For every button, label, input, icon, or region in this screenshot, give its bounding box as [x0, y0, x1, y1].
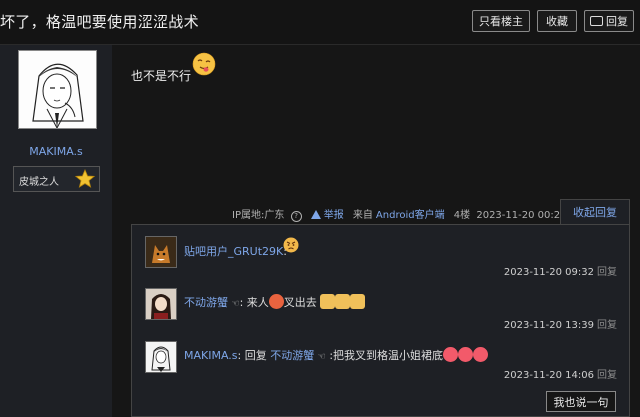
tongue-face-emoji-icon [192, 52, 216, 76]
comment-time-row: 2023-11-20 09:32 回复 [503, 267, 617, 278]
pointing-hand-icon: ☜ [231, 299, 240, 309]
laugh-emoji-icon [350, 294, 366, 309]
question-icon[interactable]: ? [290, 211, 302, 222]
badge-label: 皮城之人 [19, 177, 59, 188]
comment-avatar[interactable] [145, 288, 177, 320]
ip-location: IP属地:广东 ? [232, 210, 305, 222]
post-time: 2023-11-20 00:29 [476, 210, 567, 221]
comment-line: MAKIMA.s: 回复 不动游蟹 ☜ :把我叉到格温小姐裙底 [184, 347, 489, 363]
pointing-hand-icon: ☜ [317, 352, 326, 362]
comment-time-row: 2023-11-20 13:39 回复 [503, 320, 617, 331]
post-source: 来自 Android客户端 [352, 210, 445, 221]
author-panel: MAKIMA.s 皮城之人 [0, 45, 112, 417]
comment-user[interactable]: 不动游蟹 [184, 296, 228, 309]
only-author-button[interactable]: 只看楼主 [472, 10, 530, 32]
comment-user[interactable]: 贴吧用户_GRUt29K [184, 245, 283, 258]
source-app-link[interactable]: Android客户端 [376, 210, 445, 221]
heart-eyes-emoji-icon [443, 347, 459, 362]
post-header: 坏了，格温吧要使用涩涩战术 只看楼主 收藏 回复 [0, 0, 640, 45]
comment-reply-link[interactable]: 回复 [597, 370, 617, 381]
ball-emoji-icon [268, 294, 284, 309]
author-avatar[interactable] [18, 50, 97, 129]
star-icon [75, 169, 95, 188]
post-content: 也不是不行 [131, 69, 192, 83]
thread-title: 坏了，格温吧要使用涩涩战术 [0, 13, 199, 31]
warning-icon [310, 210, 321, 219]
heart-eyes-emoji-icon [473, 347, 489, 362]
favorite-button[interactable]: 收藏 [537, 10, 577, 32]
report-link[interactable]: 举报 [310, 210, 347, 221]
fold-replies-button[interactable]: 收起回复 [560, 199, 630, 224]
floor-number: 4楼 [453, 210, 471, 221]
comment-reply-link[interactable]: 回复 [597, 267, 617, 278]
angry-face-emoji-icon [283, 237, 299, 253]
comment-user[interactable]: MAKIMA.s [184, 349, 238, 362]
post-meta: IP属地:广东 ? 举报 来自 Android客户端 4楼 2023-11-20 … [232, 206, 569, 222]
laugh-emoji-icon [320, 294, 336, 309]
reply-icon [590, 16, 603, 26]
comment-line: 贴吧用户_GRUt29K: [184, 245, 287, 258]
heart-eyes-emoji-icon [458, 347, 474, 362]
comment-time-row: 2023-11-20 14:06 回复 [503, 370, 617, 381]
author-name[interactable]: MAKIMA.s [0, 145, 112, 158]
comment-line: 不动游蟹 ☜: 来人 叉出去 [184, 294, 366, 310]
comment-reply-link[interactable]: 回复 [597, 320, 617, 331]
laugh-emoji-icon [335, 294, 351, 309]
author-badge[interactable]: 皮城之人 [13, 166, 100, 192]
reply-button-label: 回复 [606, 15, 628, 28]
reply-target-user[interactable]: 不动游蟹 [270, 349, 314, 362]
comment-avatar[interactable] [145, 236, 177, 268]
comment-avatar[interactable] [145, 341, 177, 373]
add-comment-button[interactable]: 我也说一句 [546, 391, 616, 412]
reply-button[interactable]: 回复 [584, 10, 634, 32]
